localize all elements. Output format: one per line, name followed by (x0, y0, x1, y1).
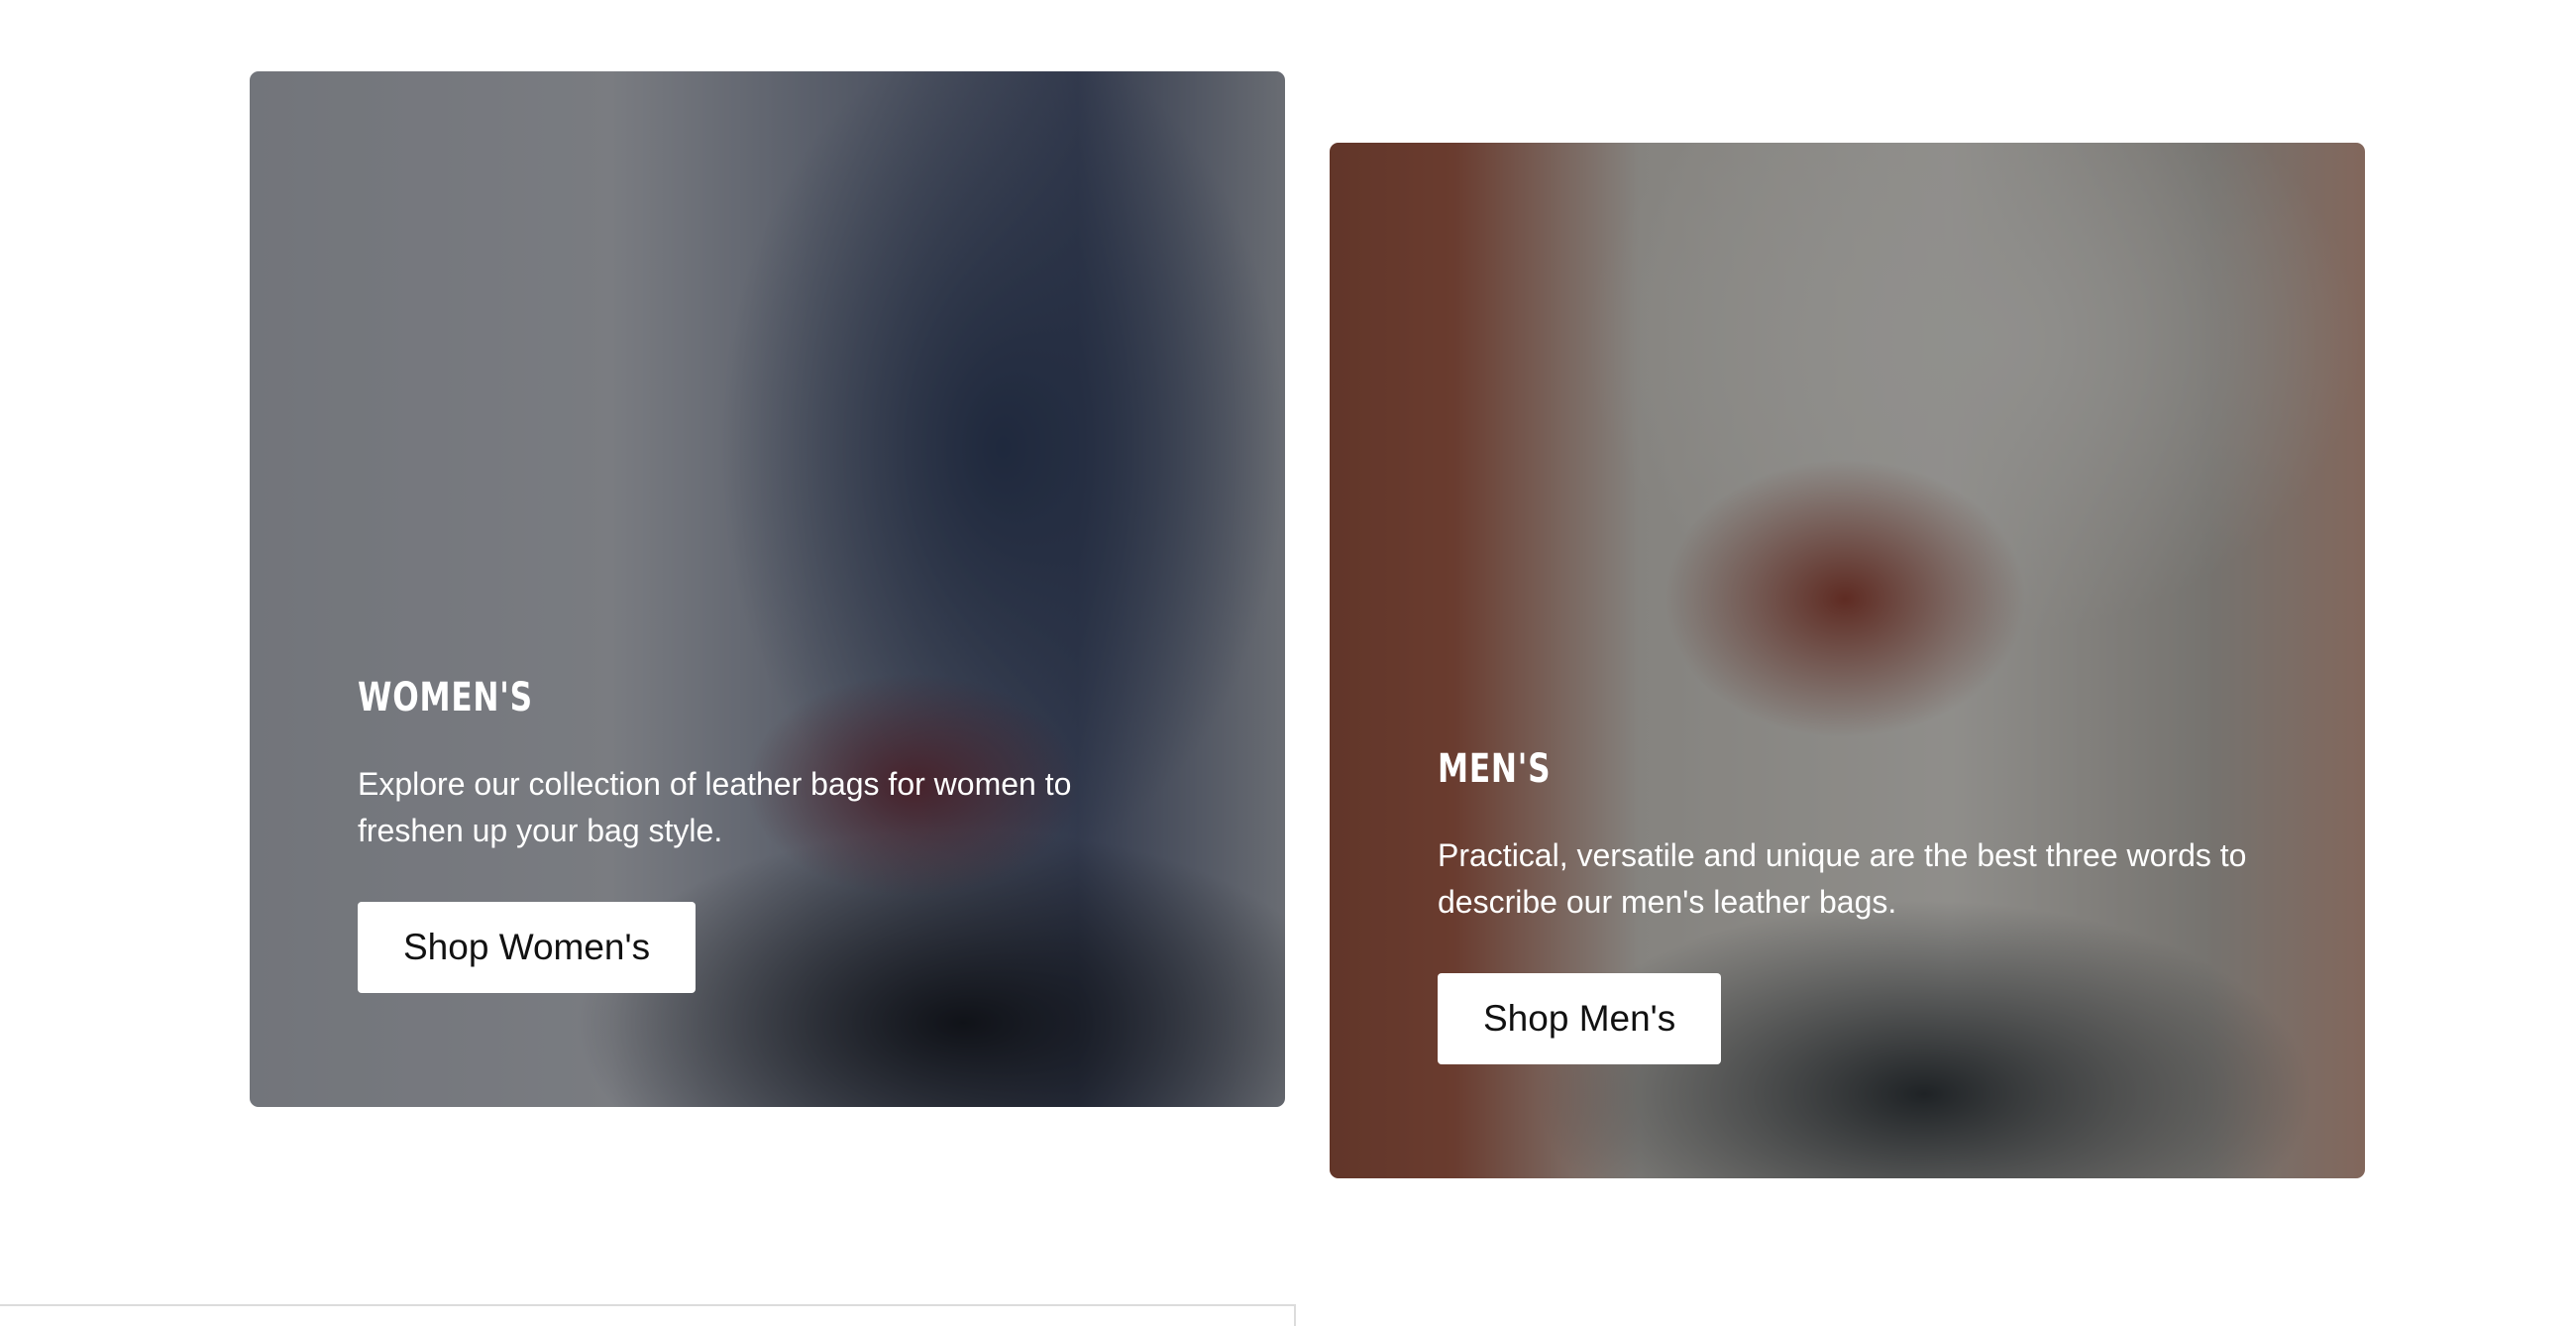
mens-card-description: Practical, versatile and unique are the … (1438, 837, 2247, 920)
next-section-box (0, 1304, 1296, 1326)
page: WOMEN'S Explore our collection of leathe… (0, 0, 2576, 1326)
shop-womens-button[interactable]: Shop Women's (358, 902, 697, 993)
mens-card-content: MEN'S Practical, versatile and unique ar… (1438, 745, 2266, 1064)
mens-category-card[interactable]: MEN'S Practical, versatile and unique ar… (1330, 143, 2365, 1178)
womens-card-title: WOMEN'S (358, 675, 533, 720)
womens-category-card[interactable]: WOMEN'S Explore our collection of leathe… (250, 71, 1285, 1107)
womens-card-description: Explore our collection of leather bags f… (358, 766, 1072, 848)
womens-card-content: WOMEN'S Explore our collection of leathe… (358, 674, 1186, 993)
mens-card-title: MEN'S (1438, 746, 1552, 792)
shop-mens-button[interactable]: Shop Men's (1438, 973, 1722, 1064)
